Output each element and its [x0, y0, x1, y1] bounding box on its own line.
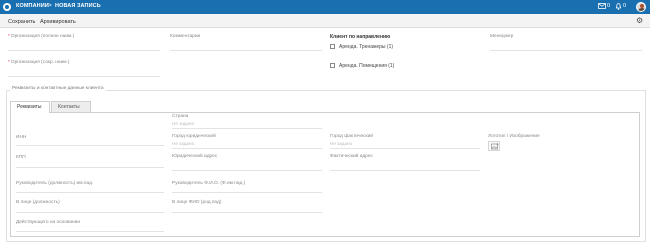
rent-simulators-checkbox[interactable]: [330, 44, 335, 49]
person-name-field[interactable]: [172, 212, 322, 213]
notification-count: 0: [623, 3, 627, 9]
head-name-field[interactable]: [172, 192, 322, 193]
org-short-name-label-text: Организация (сокр. наим.): [10, 60, 70, 65]
notification-icon[interactable]: [615, 3, 622, 12]
person-name-label: В лице ФИО (род.пад): [172, 200, 222, 205]
actual-city-value[interactable]: Не задано: [330, 141, 352, 146]
acting-basis-label: Действующего на основании: [16, 220, 81, 225]
mail-icon[interactable]: [598, 3, 606, 11]
image-upload-icon: [491, 143, 499, 150]
archive-button[interactable]: Архивировать: [36, 16, 80, 26]
tab-requisites[interactable]: Реквизиты: [10, 101, 50, 113]
requisites-section-title: Реквизиты и контактные данные клиента: [10, 86, 106, 91]
comment-field[interactable]: [170, 50, 322, 51]
inn-field[interactable]: [16, 145, 164, 146]
manager-field[interactable]: [490, 50, 642, 51]
manager-label: Менеджер: [490, 34, 514, 39]
legal-address-field[interactable]: [172, 170, 322, 171]
country-value[interactable]: Не задано: [172, 121, 194, 126]
legal-city-value[interactable]: Не задано: [172, 141, 194, 146]
app-logo-icon[interactable]: [3, 3, 11, 11]
mail-count: 0: [607, 3, 611, 9]
client-direction-label: Клиент по направлению: [330, 34, 391, 40]
legal-address-label: Юридический адрес: [172, 154, 218, 159]
breadcrumb-new-record: НОВАЯ ЗАПИСЬ: [55, 3, 101, 9]
person-position-field[interactable]: [16, 212, 164, 213]
head-position-field[interactable]: [16, 192, 164, 193]
org-short-name-field[interactable]: [8, 76, 160, 77]
rent-premises-label: Аренда. Помещения (1): [339, 63, 395, 69]
actual-city-field[interactable]: [330, 148, 480, 149]
legal-city-label: Город юридический: [172, 134, 216, 139]
country-field[interactable]: [172, 128, 322, 129]
org-full-name-label-text: Организация (полное наим.): [10, 34, 75, 39]
gear-icon[interactable]: ⚙: [636, 17, 643, 25]
actual-address-label: Фактический адрес: [330, 154, 373, 159]
user-avatar[interactable]: [636, 2, 646, 12]
rent-premises-checkbox[interactable]: [330, 63, 335, 68]
kpp-label: КПП: [16, 155, 26, 160]
head-position-label: Руководитель (должность) им.пад.: [16, 181, 94, 186]
upload-image-button[interactable]: [488, 141, 500, 151]
comment-label: Комментарии: [170, 34, 201, 39]
actual-address-field[interactable]: [330, 170, 480, 171]
org-short-name-label: *Организация (сокр. наим.): [8, 60, 70, 65]
kpp-field[interactable]: [16, 167, 164, 168]
acting-basis-field[interactable]: [16, 231, 164, 232]
top-bar: КОМПАНИИ > НОВАЯ ЗАПИСЬ 0 0: [0, 0, 650, 14]
requisites-tab-panel: [10, 112, 640, 237]
org-full-name-label: *Организация (полное наим.): [8, 34, 75, 39]
head-name-label: Руководитель Ф.И.О. (Ф.им.пад.): [172, 181, 246, 186]
person-position-label: В лице (должность): [16, 200, 60, 205]
inn-label: ИНН: [16, 135, 27, 140]
legal-city-field[interactable]: [172, 148, 322, 149]
actual-city-label: Город фактический: [330, 134, 373, 139]
toolbar: Сохранить Архивировать ⚙: [0, 14, 650, 28]
rent-simulators-label: Аренда. Тренажеры (1): [339, 44, 394, 50]
logo-image-label: Логотип / Изображение: [488, 134, 540, 139]
org-full-name-field[interactable]: [8, 50, 160, 51]
country-label: Страна: [172, 114, 189, 119]
tab-contacts[interactable]: Контакты: [51, 101, 91, 112]
save-button[interactable]: Сохранить: [4, 16, 39, 26]
breadcrumb-companies[interactable]: КОМПАНИИ: [16, 3, 49, 9]
breadcrumb-separator: >: [48, 2, 52, 9]
